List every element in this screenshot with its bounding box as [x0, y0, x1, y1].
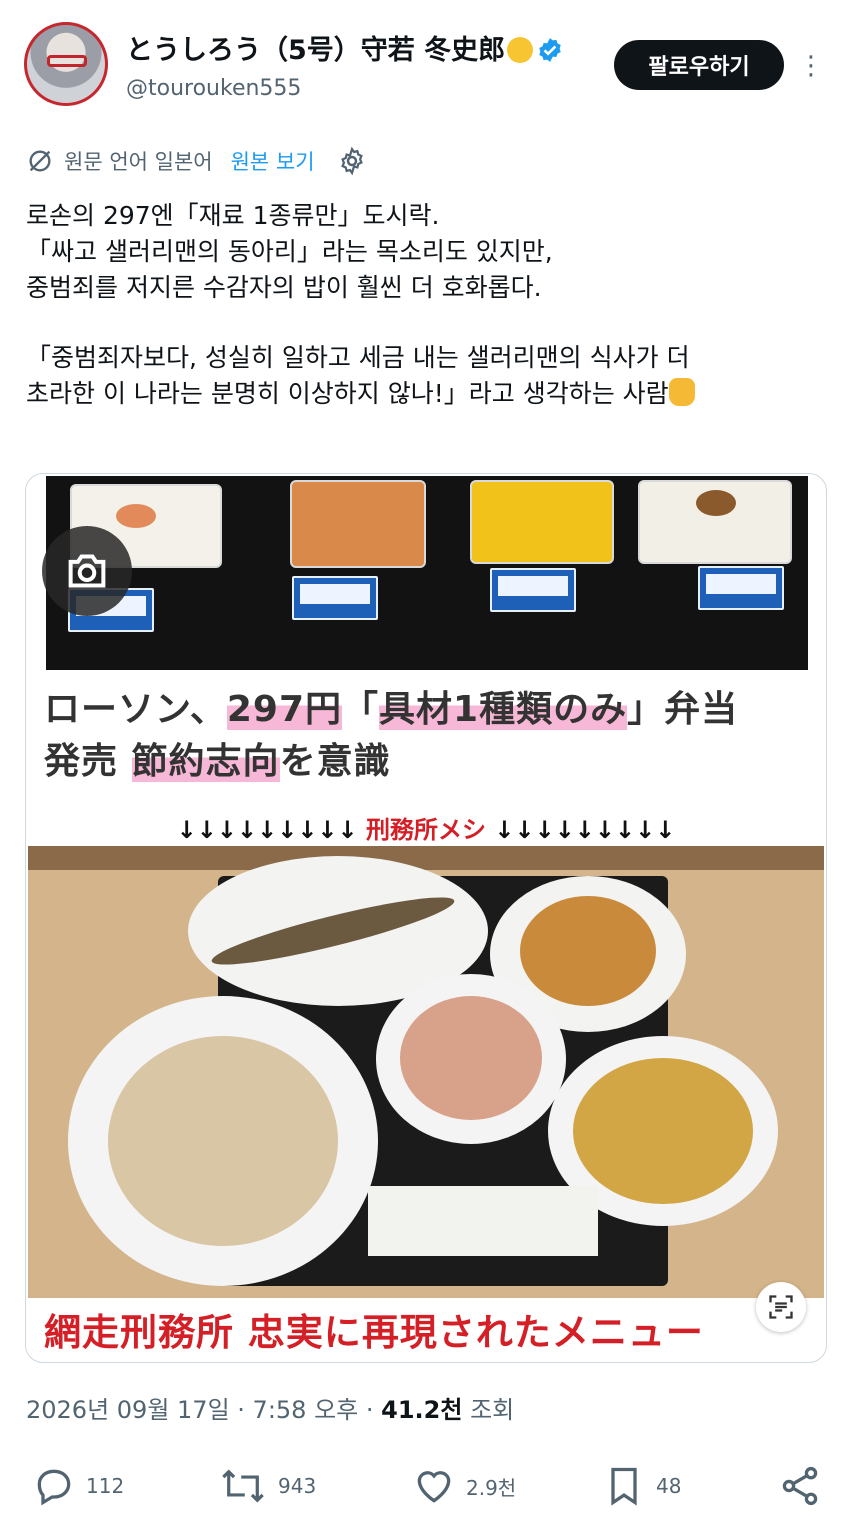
more-options-icon[interactable]: ⋮ — [798, 48, 824, 84]
headline-text: 発売 — [44, 741, 132, 782]
retweet-button[interactable]: 943 — [218, 1458, 316, 1514]
down-arrows-left: ↓↓↓↓↓↓↓↓↓ — [176, 816, 358, 844]
reply-icon — [37, 1469, 71, 1506]
text-scan-icon[interactable] — [756, 1282, 806, 1332]
views-label: 조회 — [470, 1396, 515, 1424]
tweet-line: 중범죄를 저지른 수감자의 밥이 훨씬 더 호화롭다. — [26, 273, 542, 302]
headline-text: を意識 — [279, 741, 391, 782]
avatar[interactable] — [24, 22, 108, 106]
verified-badge-icon — [539, 38, 561, 62]
image-headline: ローソン、297円「具材1種類のみ」弁当 発売 節約志向を意識 — [44, 684, 738, 788]
headline-text: ローソン、 — [44, 689, 227, 730]
reply-button[interactable]: 112 — [32, 1458, 124, 1514]
tweet-line: 초라한 이 나라는 분명히 이상하지 않나!」라고 생각하는 사람 — [26, 379, 669, 408]
media-card[interactable]: ローソン、297円「具材1種類のみ」弁当 発売 節約志向を意識 ↓↓↓↓↓↓↓↓… — [25, 473, 827, 1363]
prison-meal-photo[interactable] — [28, 846, 824, 1298]
gear-icon[interactable] — [337, 146, 367, 176]
camera-icon[interactable] — [42, 526, 132, 616]
bookmark-icon — [611, 1467, 637, 1506]
lawson-bento-photo[interactable] — [46, 476, 808, 670]
tweet-line: 「중범죄자보다, 성실히 일하고 세금 내는 샐러리맨의 식사가 더 — [26, 343, 690, 372]
arrows-divider: ↓↓↓↓↓↓↓↓↓ 刑務所メシ ↓↓↓↓↓↓↓↓↓ — [26, 810, 826, 845]
translation-note: 원문 언어 일본어 — [64, 150, 213, 174]
headline-highlight: 297円 — [226, 689, 342, 730]
headline-highlight: 具材1種類のみ — [379, 689, 628, 730]
tweet-line: 로손의 297엔「재료 1종류만」도시락. — [26, 201, 440, 230]
down-arrows-right: ↓↓↓↓↓↓↓↓↓ — [494, 816, 676, 844]
share-icon — [782, 1466, 818, 1506]
reply-count: 112 — [86, 1474, 125, 1498]
tweet-time[interactable]: 7:58 오후 — [253, 1396, 359, 1424]
follow-button[interactable]: 팔로우하기 — [614, 40, 784, 90]
tweet-line: 「싸고 샐러리맨의 동아리」라는 목소리도 있지만, — [26, 237, 553, 266]
view-original-link[interactable]: 원본 보기 — [231, 146, 315, 176]
like-button[interactable]: 2.9천 — [412, 1458, 516, 1514]
tweet-date[interactable]: 2026년 09월 17일 — [26, 1396, 230, 1424]
bookmark-count: 48 — [656, 1474, 682, 1498]
heart-icon — [417, 1471, 451, 1503]
headline-text: 」弁当 — [627, 689, 739, 730]
bookmark-button[interactable]: 48 — [602, 1458, 681, 1514]
translation-bar: 원문 언어 일본어 원본 보기 — [26, 146, 367, 176]
display-name-text: とうしろう（5号）守若 冬史郎 — [126, 35, 506, 66]
translate-globe-icon — [29, 150, 51, 172]
action-bar: 112 943 2.9천 48 — [0, 1458, 850, 1514]
share-button[interactable] — [778, 1458, 822, 1514]
retweet-count: 943 — [278, 1474, 317, 1498]
display-name[interactable]: とうしろう（5号）守若 冬史郎 — [126, 28, 563, 67]
face-emoji-icon — [507, 37, 534, 63]
view-count: 41.2천 — [381, 1396, 463, 1424]
tweet-text: 로손의 297엔「재료 1종류만」도시락. 「싸고 샐러리맨의 동아리」라는 목… — [26, 198, 826, 412]
retweet-icon — [222, 1469, 264, 1503]
headline-highlight: 節約志向 — [131, 741, 280, 782]
raised-hand-emoji-icon — [668, 378, 695, 406]
image-caption: 網走刑務所 忠実に再現されたメニュー — [44, 1311, 704, 1354]
user-handle[interactable]: @tourouken555 — [126, 76, 301, 101]
like-count: 2.9천 — [466, 1475, 517, 1500]
prison-meal-label: 刑務所メシ — [366, 816, 486, 844]
tweet-meta: 2026년 09월 17일 · 7:58 오후 · 41.2천 조회 — [26, 1396, 515, 1424]
headline-text: 「 — [342, 689, 380, 730]
